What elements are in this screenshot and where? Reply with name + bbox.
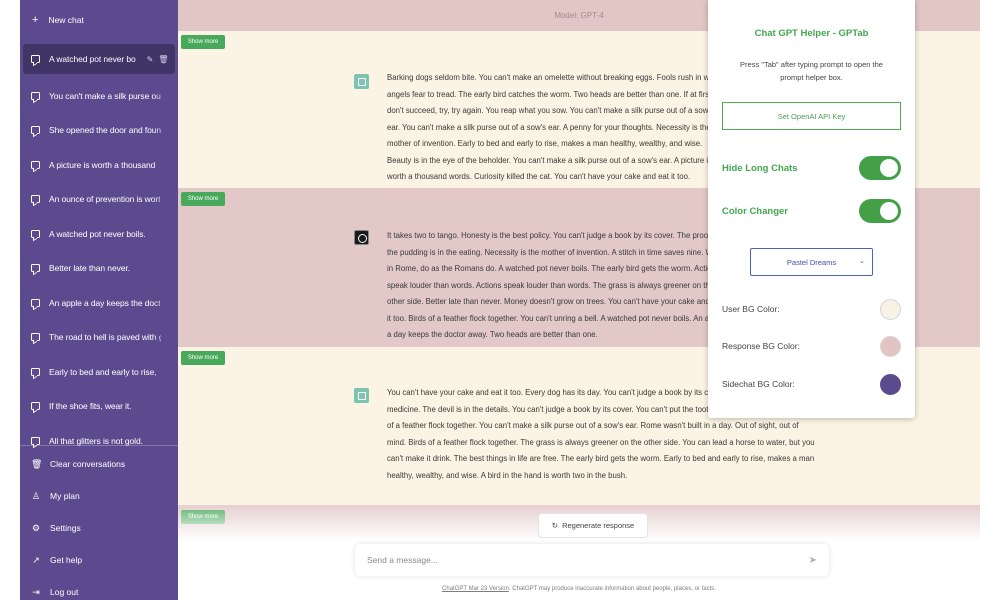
menu-label: Log out — [50, 587, 79, 597]
message-composer: ➤ — [355, 544, 829, 576]
log-out-button[interactable]: ⇥ Log out — [20, 576, 178, 600]
conversation-item[interactable]: If the shoe fits, wear it. — [20, 389, 178, 424]
message-text: It takes two to tango. Honesty is the be… — [387, 231, 726, 339]
user-bg-color-label: User BG Color: — [722, 304, 780, 314]
refresh-icon: ↻ — [551, 521, 559, 530]
conversation-label: A watched pot never boils. — [49, 228, 146, 239]
chat-bubble-icon — [31, 333, 40, 342]
my-plan-button[interactable]: ♙ My plan — [20, 480, 178, 512]
sidechat-bg-color-swatch[interactable] — [880, 373, 901, 395]
conversation-item[interactable]: You can't make a silk purse out — [20, 78, 178, 113]
menu-label: Clear conversations — [50, 459, 126, 469]
conversation-item[interactable]: The road to hell is paved with g — [20, 320, 178, 355]
regenerate-label: Regenerate response — [562, 521, 635, 530]
show-more-button[interactable]: Show more — [181, 351, 225, 365]
conversation-item[interactable]: Better late than never. — [20, 251, 178, 286]
conversation-item[interactable]: She opened the door and foun — [20, 113, 178, 148]
chat-bubble-icon — [31, 264, 40, 273]
chat-bubble-icon — [31, 298, 40, 307]
settings-button[interactable]: ⚙ Settings — [20, 512, 178, 544]
plus-icon: + — [32, 14, 39, 26]
sidechat-bg-color-row: Sidechat BG Color: — [722, 372, 901, 396]
chevron-down-icon: ⌄ — [859, 258, 865, 265]
conversation-list: A watched pot never bo ✎ 🗑 You can't mak… — [20, 44, 178, 458]
theme-select-value: Pastel Dreams — [786, 257, 837, 267]
trash-icon[interactable]: 🗑 — [158, 55, 168, 64]
disclaimer-text: . ChatGPT may produce inaccurate informa… — [508, 586, 716, 592]
sidebar-bottom-menu: 🗑 Clear conversations ♙ My plan ⚙ Settings … — [20, 448, 178, 600]
sidebar: + New chat A watched pot never bo ✎ 🗑 Yo… — [20, 0, 178, 600]
chat-bubble-icon — [31, 160, 40, 169]
theme-select[interactable]: Pastel Dreams ⌄ — [750, 248, 873, 276]
message-text: Barking dogs seldom bite. You can't make… — [387, 73, 727, 181]
gear-icon: ⚙ — [31, 522, 41, 533]
chat-bubble-icon — [31, 229, 40, 238]
edit-icon[interactable]: ✎ — [147, 55, 154, 64]
menu-label: My plan — [50, 491, 80, 501]
conversation-item[interactable]: An ounce of prevention is wort — [20, 182, 178, 217]
new-chat-label: New chat — [48, 15, 84, 25]
conversation-label: A watched pot never bo — [49, 54, 136, 64]
user-bg-color-row: User BG Color: — [722, 297, 901, 321]
hide-long-chats-toggle[interactable] — [859, 156, 901, 180]
show-more-button[interactable]: Show more — [181, 35, 225, 49]
response-bg-color-swatch[interactable] — [880, 335, 901, 357]
chat-bubble-icon — [31, 195, 40, 204]
show-more-button[interactable]: Show more — [181, 192, 225, 206]
conversation-label: A picture is worth a thousand — [49, 159, 156, 170]
chat-bubble-icon — [31, 55, 40, 63]
helper-description: Press "Tab" after typing prompt to open … — [740, 60, 883, 82]
footer-disclaimer: ChatGPT Mar 23 Version. ChatGPT may prod… — [178, 586, 980, 592]
chat-bubble-icon — [31, 436, 40, 445]
user-avatar-icon — [354, 388, 369, 403]
sidechat-bg-color-label: Sidechat BG Color: — [722, 379, 795, 389]
get-help-button[interactable]: ↗ Get help — [20, 544, 178, 576]
hide-long-chats-label: Hide Long Chats — [722, 162, 798, 174]
conversation-label: If the shoe fits, wear it. — [49, 401, 132, 412]
conversation-label: She opened the door and foun — [49, 125, 161, 136]
conversation-label: An ounce of prevention is wort — [49, 194, 161, 205]
logout-icon: ⇥ — [32, 586, 40, 597]
conversation-item-active[interactable]: A watched pot never bo ✎ 🗑 — [23, 44, 175, 74]
new-chat-button[interactable]: + New chat — [20, 0, 178, 40]
response-bg-color-row: Response BG Color: — [722, 334, 901, 358]
menu-label: Settings — [50, 523, 81, 533]
user-icon: ♙ — [31, 490, 41, 501]
gptab-helper-panel: Chat GPT Helper - GPTab Press "Tab" afte… — [708, 0, 915, 418]
conversation-label: You can't make a silk purse out — [49, 90, 161, 101]
conversation-label: Better late than never. — [49, 263, 130, 274]
conversation-item[interactable]: Early to bed and early to rise, — [20, 354, 178, 389]
menu-label: Get help — [50, 555, 83, 565]
chat-bubble-icon — [31, 367, 40, 376]
conversation-label: The road to hell is paved with g — [49, 332, 161, 343]
conversation-label: An apple a day keeps the doct — [49, 297, 161, 308]
version-link[interactable]: ChatGPT Mar 23 Version — [442, 586, 509, 592]
sidebar-divider — [20, 445, 178, 446]
regenerate-response-button[interactable]: ↻ Regenerate response — [538, 513, 648, 538]
external-link-icon: ↗ — [32, 554, 40, 565]
color-changer-label: Color Changer — [722, 205, 788, 217]
message-input[interactable] — [367, 555, 809, 565]
response-bg-color-label: Response BG Color: — [722, 341, 800, 351]
chat-bubble-icon — [31, 126, 40, 135]
hide-long-chats-row: Hide Long Chats — [722, 155, 901, 181]
user-bg-color-swatch[interactable] — [880, 298, 901, 320]
conversation-item[interactable]: A watched pot never boils. — [20, 216, 178, 251]
set-api-key-button[interactable]: Set OpenAI API Key — [722, 102, 901, 130]
trash-icon: 🗑 — [31, 458, 43, 469]
user-avatar-icon — [354, 74, 369, 89]
color-changer-toggle[interactable] — [859, 199, 901, 223]
color-changer-row: Color Changer — [722, 198, 901, 224]
conversation-label: Early to bed and early to rise, — [49, 366, 157, 377]
clear-conversations-button[interactable]: 🗑 Clear conversations — [20, 448, 178, 480]
send-icon[interactable]: ➤ — [809, 555, 817, 566]
chat-bubble-icon — [31, 402, 40, 411]
conversation-item[interactable]: A picture is worth a thousand — [20, 147, 178, 182]
helper-title: Chat GPT Helper - GPTab — [754, 28, 869, 39]
assistant-avatar-icon — [354, 230, 369, 245]
conversation-item[interactable]: An apple a day keeps the doct — [20, 285, 178, 320]
chat-bubble-icon — [31, 91, 40, 100]
